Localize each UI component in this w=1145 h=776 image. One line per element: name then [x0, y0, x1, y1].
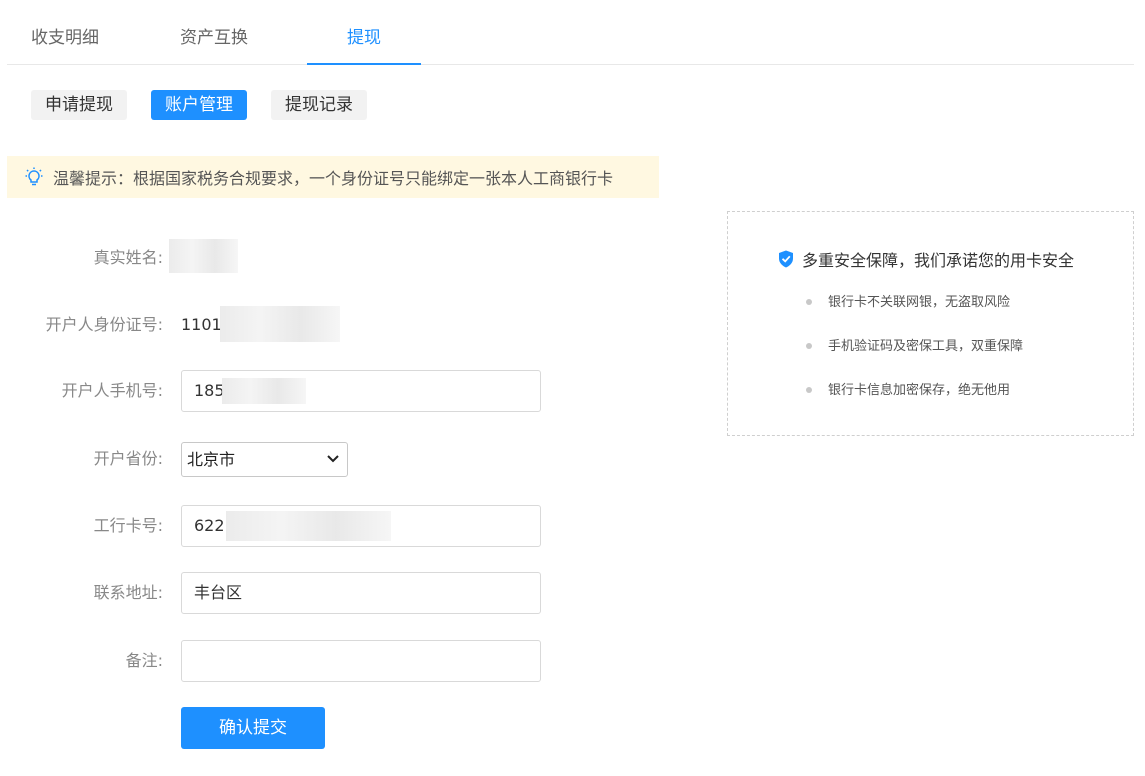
id-number-redacted [220, 306, 340, 342]
lightbulb-icon [25, 167, 43, 186]
list-item: 手机验证码及密保工具，双重保障 [806, 334, 1023, 378]
tab-asset-exchange[interactable]: 资产互换 [179, 0, 249, 65]
submit-button[interactable]: 确认提交 [181, 707, 325, 749]
phone-redacted [222, 378, 306, 404]
province-selected-value: 北京市 [187, 450, 236, 469]
province-label: 开户省份: [93, 449, 163, 468]
notice-text: 温馨提示：根据国家税务合规要求，一个身份证号只能绑定一张本人工商银行卡 [53, 169, 614, 188]
list-item: 银行卡不关联网银，无盗取风险 [806, 290, 1023, 334]
security-item-text: 银行卡不关联网银，无盗取风险 [828, 295, 1011, 310]
form-row-phone: 开户人手机号: 185 [0, 370, 600, 412]
chevron-down-icon [327, 455, 339, 463]
form-row-name: 真实姓名: [0, 237, 600, 279]
tab-withdraw[interactable]: 提现 [307, 0, 421, 65]
id-number-label: 开户人身份证号: [45, 315, 163, 334]
security-item-text: 银行卡信息加密保存，绝无他用 [828, 383, 1011, 398]
remark-input[interactable] [181, 640, 541, 682]
subtab-withdraw-records[interactable]: 提现记录 [271, 90, 367, 120]
tab-income-expense[interactable]: 收支明细 [30, 0, 100, 65]
card-number-redacted [226, 511, 391, 541]
bullet-dot [806, 299, 812, 305]
list-item: 银行卡信息加密保存，绝无他用 [806, 378, 1023, 422]
security-title: 多重安全保障，我们承诺您的用卡安全 [778, 247, 1074, 271]
form-row-address: 联系地址: 丰台区 [0, 572, 600, 614]
form-row-id: 开户人身份证号: 1101 [0, 304, 600, 346]
id-number-value: 1101 [181, 315, 222, 334]
form-row-remark: 备注: [0, 640, 600, 682]
security-list: 银行卡不关联网银，无盗取风险 手机验证码及密保工具，双重保障 银行卡信息加密保存… [806, 290, 1023, 422]
notice-banner: 温馨提示：根据国家税务合规要求，一个身份证号只能绑定一张本人工商银行卡 [7, 156, 659, 198]
shield-check-icon [779, 250, 793, 268]
card-number-label: 工行卡号: [93, 516, 163, 535]
remark-label: 备注: [125, 651, 163, 670]
phone-label: 开户人手机号: [61, 381, 163, 400]
bullet-dot [806, 343, 812, 349]
province-select[interactable]: 北京市 [181, 442, 348, 477]
security-panel: 多重安全保障，我们承诺您的用卡安全 银行卡不关联网银，无盗取风险 手机验证码及密… [727, 211, 1134, 436]
name-redacted [169, 239, 238, 273]
subtab-account-management[interactable]: 账户管理 [151, 90, 247, 120]
name-label: 真实姓名: [93, 248, 163, 267]
bullet-dot [806, 387, 812, 393]
form-row-province: 开户省份: 北京市 [0, 438, 600, 480]
security-item-text: 手机验证码及密保工具，双重保障 [828, 339, 1024, 354]
address-label: 联系地址: [93, 583, 163, 602]
security-title-text: 多重安全保障，我们承诺您的用卡安全 [802, 251, 1075, 270]
top-tab-bar: 收支明细 资产互换 提现 [7, 0, 1134, 65]
address-input[interactable]: 丰台区 [181, 572, 541, 614]
subtab-apply-withdraw[interactable]: 申请提现 [31, 90, 127, 120]
form-row-card: 工行卡号: 622 [0, 505, 600, 547]
